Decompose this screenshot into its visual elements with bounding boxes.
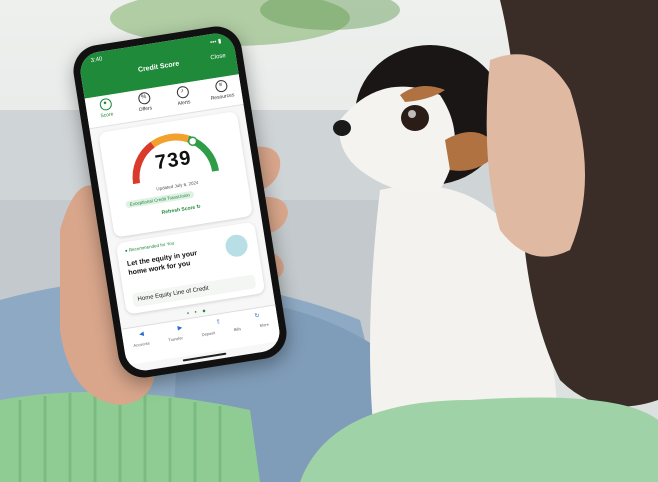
score-icon: ● [98,97,113,112]
tab-score[interactable]: ● Score [86,93,126,128]
promo-card[interactable]: ● Recommended for You Let the equity in … [115,221,266,315]
nav-item-accounts[interactable]: Accounts [133,341,150,349]
tab-resources[interactable]: ≡ Resources [202,74,242,109]
back-icon[interactable]: ◀ [139,330,145,338]
resources-icon: ≡ [214,79,228,94]
tab-label: Alerts [177,99,191,108]
status-time: 3:40 [90,56,103,65]
tab-label: Resources [210,92,235,102]
tab-alerts[interactable]: ♪ Alerts [163,81,203,116]
photo-scene: 3:40 ••• ▮ Credit Score Close ● Score % … [0,0,658,482]
recommended-tag: ● Recommended for You [124,240,175,254]
share-icon[interactable]: ⇧ [215,318,222,326]
signal-battery-icon: ••• ▮ [209,38,222,47]
tab-label: Offers [138,105,153,114]
forward-icon[interactable]: ▶ [177,324,183,332]
reload-icon[interactable]: ↻ [254,312,260,320]
nav-item-bills[interactable]: Bills [233,326,241,332]
score-card: 739 Updated July 6, 2024 Exceptional Cre… [98,111,254,238]
bell-icon: ♪ [175,85,190,100]
tab-offers[interactable]: % Offers [125,87,165,122]
nav-item-more[interactable]: More [259,322,269,328]
nav-item-deposit[interactable]: Deposit [201,330,215,337]
promo-headline: Let the equity in your home work for you [126,250,198,277]
house-illustration-icon [223,233,250,259]
offers-icon: % [136,91,151,106]
nav-item-transfer[interactable]: Transfer [168,335,183,342]
tab-label: Score [100,111,114,120]
